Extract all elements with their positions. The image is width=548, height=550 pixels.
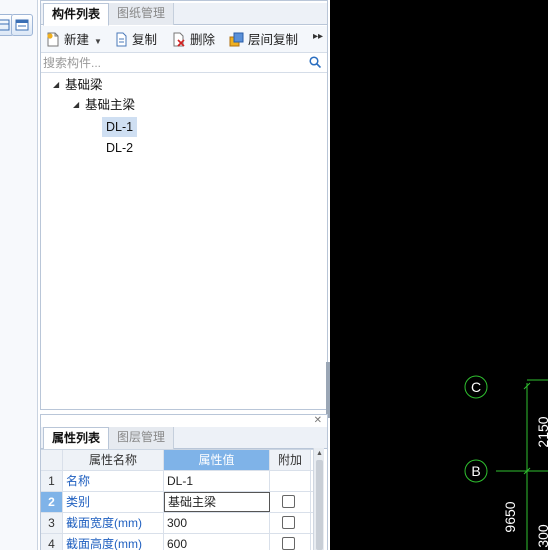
cad-drawing[interactable]: C B 2150 9650 300	[330, 0, 548, 550]
new-button-label: 新建	[64, 33, 90, 47]
new-file-icon	[47, 32, 59, 47]
property-name: 截面宽度(mm)	[63, 513, 164, 533]
grid-icon	[0, 19, 10, 31]
row-number: 4	[41, 534, 63, 550]
floor-copy-icon	[229, 32, 244, 47]
floor-copy-button[interactable]: 层间复制	[229, 30, 298, 50]
component-list-panel: 构件列表 图纸管理 新建 ▼ 复制 删除 层间复制 ▸▸ ◢ 基础梁 ◢ 基础主梁…	[40, 0, 328, 410]
property-value-editor[interactable]: 基础主梁	[164, 492, 270, 512]
dimension-label: 9650	[502, 501, 518, 532]
chevron-down-icon[interactable]: ▼	[94, 37, 102, 46]
property-extra-header: 附加	[270, 450, 311, 470]
property-panel-tabs: 属性列表 图层管理	[41, 427, 327, 450]
property-name: 名称	[63, 471, 164, 491]
tree-node-label: 基础梁	[65, 78, 103, 92]
new-button[interactable]: 新建 ▼	[46, 30, 102, 50]
tab-drawing-management[interactable]: 图纸管理	[109, 3, 175, 25]
table-row[interactable]: 1 名称 DL-1	[41, 471, 313, 492]
copy-button[interactable]: 复制	[115, 30, 157, 50]
extra-checkbox[interactable]	[282, 537, 295, 550]
tree-item-dl-2[interactable]: DL-2	[106, 138, 133, 158]
table-row[interactable]: 2 类别 基础主梁	[41, 492, 313, 513]
search-icon[interactable]	[309, 56, 321, 68]
axis-label-c: C	[471, 379, 481, 395]
row-number: 2	[41, 492, 63, 512]
more-tools-icon[interactable]: ▸▸	[313, 31, 323, 42]
extra-checkbox[interactable]	[282, 516, 295, 529]
copy-icon	[116, 32, 127, 47]
component-panel-tabs: 构件列表 图纸管理	[41, 3, 327, 26]
window-icon	[15, 19, 29, 31]
tab-property-list[interactable]: 属性列表	[43, 427, 110, 450]
tree-item-dl-1[interactable]: DL-1	[102, 117, 138, 137]
row-number: 3	[41, 513, 63, 533]
tree-node-label: 基础主梁	[85, 98, 136, 112]
property-value[interactable]: 600	[164, 534, 270, 550]
property-list-panel: ✕ 属性列表 图层管理 属性名称 属性值 附加 1 名称 DL-1 2 类别 基…	[40, 414, 328, 550]
scrollbar-thumb[interactable]	[316, 460, 323, 550]
left-toolbar-strip	[0, 0, 38, 550]
tab-layer-management[interactable]: 图层管理	[109, 427, 175, 449]
property-name: 类别	[63, 492, 164, 512]
property-value[interactable]: DL-1	[164, 471, 270, 491]
row-number-header	[41, 450, 63, 470]
property-extra-cell	[270, 513, 311, 533]
component-toolbar: 新建 ▼ 复制 删除 层间复制 ▸▸	[41, 26, 327, 53]
collapse-arrow-icon[interactable]: ◢	[73, 95, 79, 115]
property-extra-cell	[270, 471, 311, 491]
drawing-canvas[interactable]: C B 2150 9650 300	[330, 0, 548, 550]
delete-button-label: 删除	[190, 33, 216, 47]
table-row[interactable]: 4 截面高度(mm) 600	[41, 534, 313, 550]
property-extra-cell	[270, 492, 311, 512]
property-name: 截面高度(mm)	[63, 534, 164, 550]
axis-label-b: B	[471, 463, 480, 479]
tab-component-list[interactable]: 构件列表	[43, 3, 110, 26]
extra-checkbox[interactable]	[282, 495, 295, 508]
row-number: 1	[41, 471, 63, 491]
property-extra-cell	[270, 534, 311, 550]
tree-node-group[interactable]: ◢ 基础主梁	[73, 95, 135, 115]
delete-button[interactable]: 删除	[172, 30, 215, 50]
dimension-label: 2150	[535, 416, 548, 447]
scroll-up-icon[interactable]: ▲	[316, 450, 323, 457]
property-name-header: 属性名称	[63, 450, 164, 470]
close-icon[interactable]: ✕	[314, 415, 322, 426]
table-row[interactable]: 3 截面宽度(mm) 300	[41, 513, 313, 534]
property-grid: 属性名称 属性值 附加 1 名称 DL-1 2 类别 基础主梁 3 截面宽度(m…	[41, 449, 313, 550]
component-search-bar	[41, 54, 327, 73]
property-scrollbar[interactable]: ▲	[313, 448, 324, 550]
property-value[interactable]: 300	[164, 513, 270, 533]
copy-button-label: 复制	[132, 33, 158, 47]
grid-header-row: 属性名称 属性值 附加	[41, 450, 313, 471]
search-input[interactable]	[43, 55, 305, 71]
dimension-label: 300	[535, 524, 548, 548]
floor-copy-button-label: 层间复制	[248, 33, 299, 47]
collapse-arrow-icon[interactable]: ◢	[53, 75, 59, 95]
delete-icon	[173, 32, 185, 47]
tree-node-root[interactable]: ◢ 基础梁	[53, 75, 103, 95]
property-value-header: 属性值	[164, 450, 270, 470]
properties-button[interactable]	[11, 14, 33, 36]
